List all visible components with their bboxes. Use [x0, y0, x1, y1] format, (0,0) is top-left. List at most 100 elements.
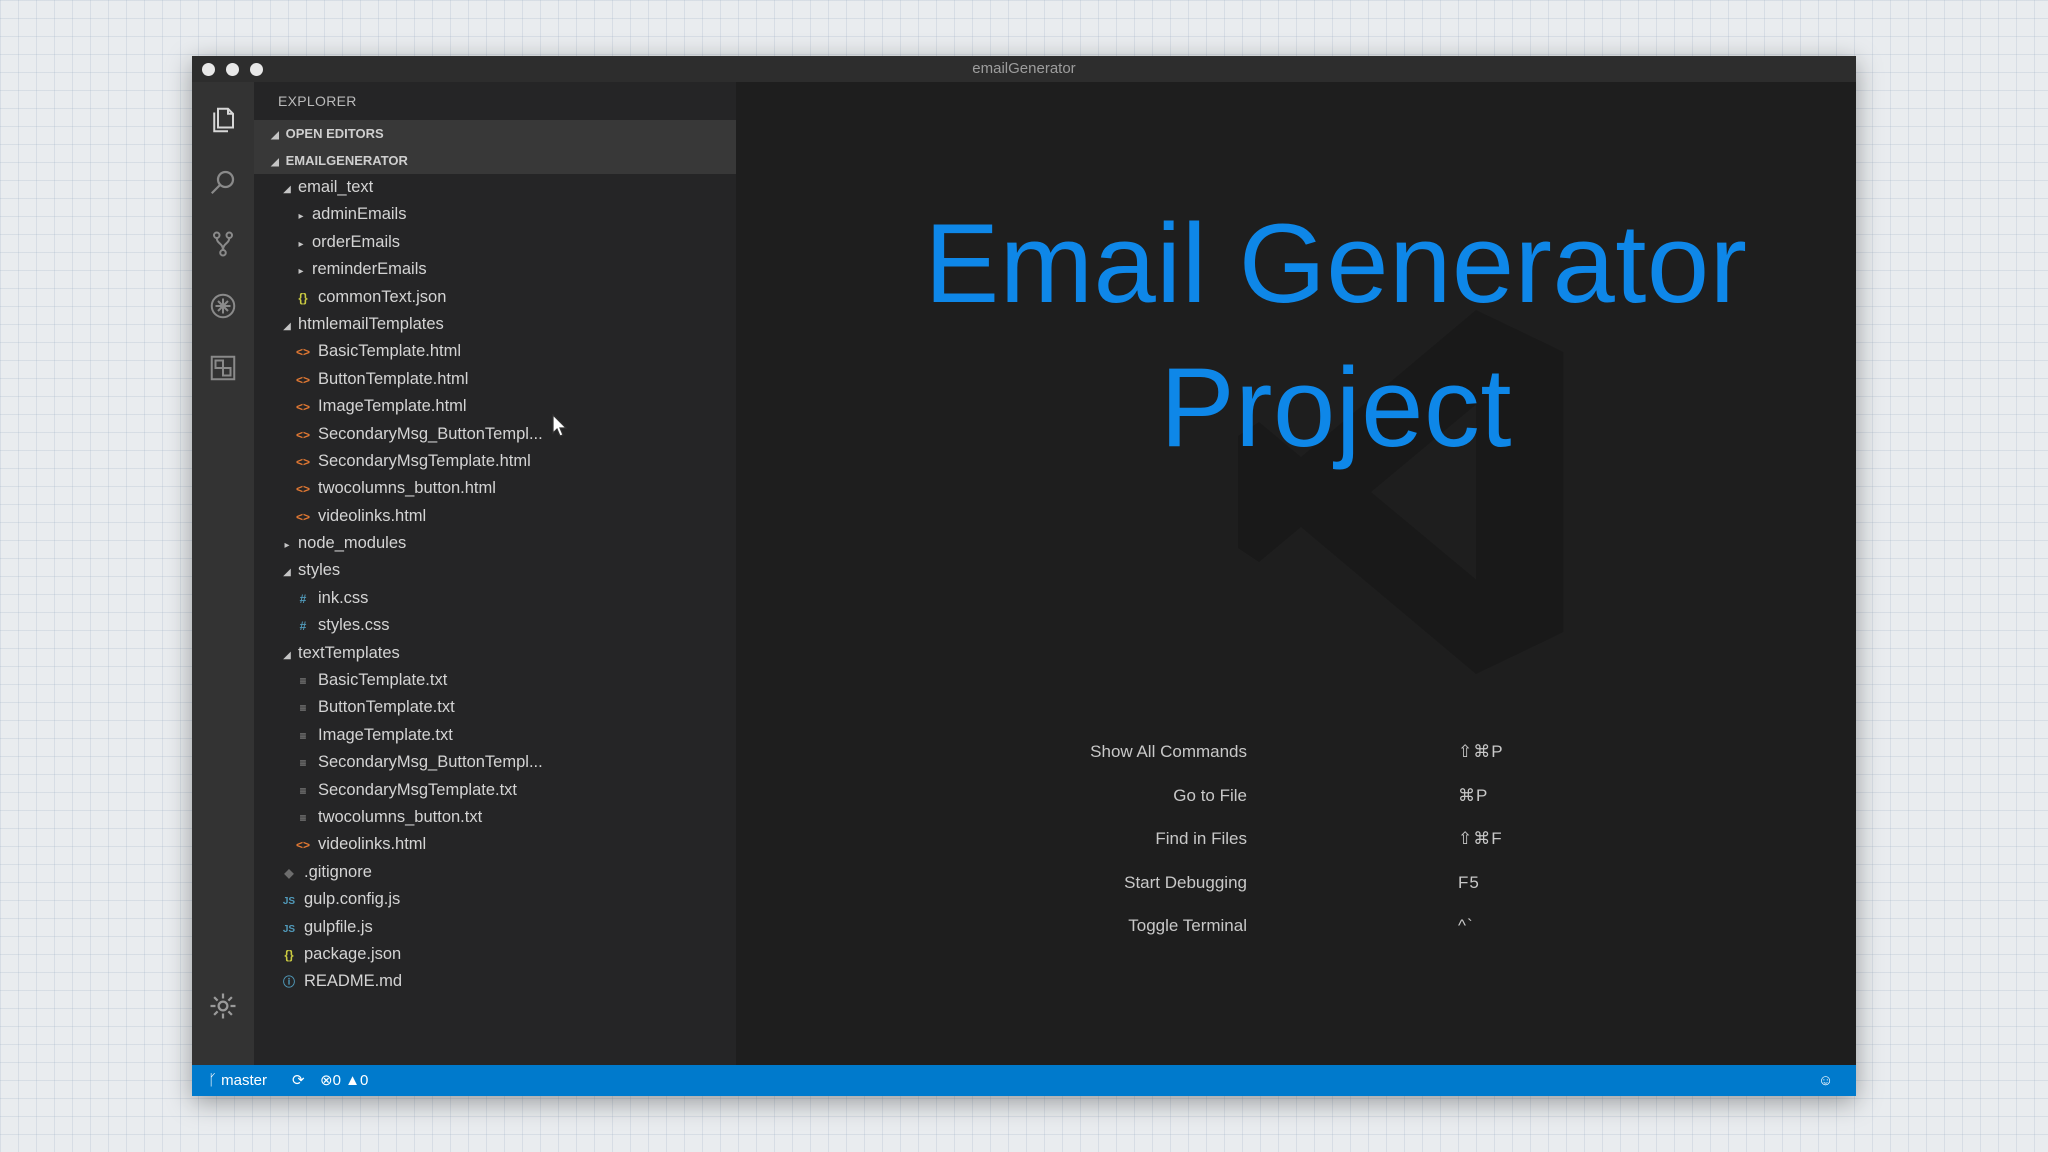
chevron-right-icon[interactable]: ▸	[294, 203, 308, 228]
js-file-icon: JS	[282, 923, 296, 935]
text-file-icon: ≡	[299, 783, 307, 798]
chevron-down-icon[interactable]: ◢	[280, 313, 294, 338]
tree-file[interactable]: ≡ BasicTemplate.txt	[254, 667, 736, 694]
problems-indicator[interactable]: ⊗0 ▲0	[320, 1065, 368, 1096]
tree-item-label: videolinks.html	[318, 506, 427, 525]
close-window-button[interactable]	[202, 63, 215, 76]
open-editors-label: OPEN EDITORS	[285, 126, 384, 141]
minimize-window-button[interactable]	[226, 63, 239, 76]
tree-item-label: ImageTemplate.txt	[318, 725, 453, 744]
html-file-icon: <>	[295, 427, 310, 442]
html-file-icon: <>	[295, 482, 310, 497]
tree-folder[interactable]: ◢ styles	[254, 557, 736, 584]
css-file-icon: #	[299, 619, 307, 634]
tree-item-label: .gitignore	[304, 862, 372, 881]
extensions-icon[interactable]	[207, 352, 239, 384]
file-tree: ◢ email_text ▸ adminEmails ▸ orderEmails ▸ remi…	[254, 174, 736, 996]
tree-file[interactable]: <> ButtonTemplate.html	[254, 366, 736, 393]
shortcut-keys: ⇧⌘P	[1458, 742, 1504, 761]
tree-file[interactable]: <> videolinks.html	[254, 503, 736, 530]
maximize-window-button[interactable]	[250, 63, 263, 76]
tree-file[interactable]: {} package.json	[254, 941, 736, 968]
debug-icon[interactable]	[207, 290, 239, 322]
welcome-title-line1: Email Generator	[924, 201, 1748, 326]
html-file-icon: <>	[295, 372, 310, 387]
chevron-right-icon[interactable]: ▸	[280, 532, 294, 557]
shortcut-label[interactable]: Toggle Terminal	[1128, 916, 1247, 936]
tree-file[interactable]: ≡ ImageTemplate.txt	[254, 722, 736, 749]
settings-gear-icon[interactable]	[207, 990, 239, 1022]
tree-folder[interactable]: ◢ email_text	[254, 174, 736, 201]
tree-file[interactable]: ≡ ButtonTemplate.txt	[254, 694, 736, 721]
chevron-right-icon[interactable]: ▸	[294, 258, 308, 283]
open-editors-section[interactable]: ◢ OPEN EDITORS	[254, 120, 736, 147]
tree-file[interactable]: <> SecondaryMsgTemplate.html	[254, 448, 736, 475]
tree-item-label: email_text	[298, 178, 374, 196]
tree-file[interactable]: <> ImageTemplate.html	[254, 393, 736, 420]
vscode-window: emailGenerator EXPLORER ◢ OPEN EDITORS ◢	[192, 56, 1856, 1096]
tree-file[interactable]: ◆ .gitignore	[254, 859, 736, 886]
error-count: 0	[332, 1072, 341, 1089]
feedback-smiley-icon[interactable]: ☺	[1818, 1065, 1833, 1096]
shortcut-row: Start Debugging F5	[736, 873, 1856, 903]
shortcut-keys: F5	[1458, 872, 1480, 892]
tree-item-label: ImageTemplate.html	[318, 397, 467, 416]
shortcut-label[interactable]: Start Debugging	[1124, 873, 1247, 893]
tree-item-label: ButtonTemplate.txt	[318, 698, 455, 717]
tree-file[interactable]: ≡ twocolumns_button.txt	[254, 804, 736, 831]
tree-file[interactable]: ≡ SecondaryMsgTemplate.txt	[254, 777, 736, 804]
tree-file[interactable]: <> BasicTemplate.html	[254, 338, 736, 365]
tree-folder[interactable]: ◢ textTemplates	[254, 640, 736, 667]
js-file-icon: JS	[282, 896, 296, 908]
html-file-icon: <>	[295, 345, 310, 360]
shortcut-row: Find in Files ⇧⌘F	[736, 829, 1856, 859]
tree-item-label: adminEmails	[312, 205, 407, 224]
text-file-icon: ≡	[299, 756, 307, 771]
tree-folder[interactable]: ▸ node_modules	[254, 530, 736, 557]
tree-file[interactable]: # ink.css	[254, 585, 736, 612]
tree-file[interactable]: JS gulp.config.js	[254, 886, 736, 913]
json-file-icon: {}	[284, 947, 294, 962]
tree-folder[interactable]: ▸ reminderEmails	[254, 256, 736, 283]
tree-file[interactable]: <> videolinks.html	[254, 831, 736, 858]
title-bar: emailGenerator	[192, 56, 1856, 82]
tree-item-label: commonText.json	[318, 287, 447, 306]
tree-item-label: orderEmails	[312, 232, 401, 251]
editor-area: Email Generator Project Show All Command…	[736, 82, 1856, 1065]
tree-folder[interactable]: ◢ htmlemailTemplates	[254, 311, 736, 338]
project-section[interactable]: ◢ EMAILGENERATOR	[254, 147, 736, 174]
shortcut-label[interactable]: Find in Files	[1155, 829, 1247, 849]
chevron-down-icon[interactable]: ◢	[280, 642, 294, 667]
tree-item-label: SecondaryMsgTemplate.html	[318, 451, 531, 470]
chevron-down-icon: ◢	[271, 130, 279, 141]
tree-file[interactable]: ⓘ README.md	[254, 968, 736, 995]
chevron-right-icon[interactable]: ▸	[294, 231, 308, 256]
tree-file[interactable]: {} commonText.json	[254, 284, 736, 311]
shortcut-row: Go to File ⌘P	[736, 786, 1856, 816]
tree-item-label: styles.css	[318, 616, 390, 635]
status-bar: ᚴ master ⟳ ⊗0 ▲0 ☺	[192, 1065, 1856, 1096]
text-file-icon: ≡	[299, 674, 307, 689]
tree-folder[interactable]: ▸ orderEmails	[254, 229, 736, 256]
tree-file[interactable]: # styles.css	[254, 612, 736, 639]
chevron-down-icon[interactable]: ◢	[280, 559, 294, 584]
search-icon[interactable]	[207, 166, 239, 198]
html-file-icon: <>	[295, 454, 310, 469]
json-file-icon: {}	[298, 290, 308, 305]
shortcut-label[interactable]: Show All Commands	[1090, 742, 1247, 762]
tree-file[interactable]: ≡ SecondaryMsg_ButtonTempl...	[254, 749, 736, 776]
html-file-icon: <>	[295, 838, 310, 853]
explorer-sidebar: EXPLORER ◢ OPEN EDITORS ◢ EMAILGENERATOR…	[254, 82, 736, 1065]
shortcut-label[interactable]: Go to File	[1173, 786, 1247, 806]
tree-file[interactable]: <> twocolumns_button.html	[254, 475, 736, 502]
source-control-icon[interactable]	[207, 228, 239, 260]
files-icon[interactable]	[207, 104, 239, 136]
tree-item-label: twocolumns_button.txt	[318, 807, 483, 826]
sync-icon[interactable]: ⟳	[292, 1065, 305, 1096]
branch-indicator[interactable]: ᚴ master	[208, 1065, 267, 1096]
tree-file[interactable]: JS gulpfile.js	[254, 914, 736, 941]
tree-item-label: node_modules	[298, 534, 407, 553]
tree-file[interactable]: <> SecondaryMsg_ButtonTempl...	[254, 421, 736, 448]
tree-folder[interactable]: ▸ adminEmails	[254, 201, 736, 228]
chevron-down-icon[interactable]: ◢	[280, 176, 294, 201]
